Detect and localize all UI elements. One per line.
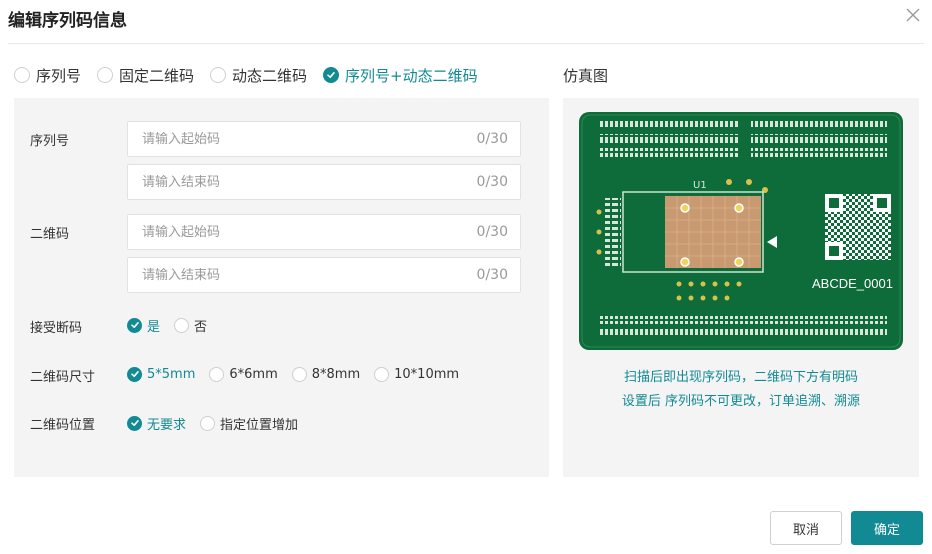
option-label: 8*8mm (311, 366, 361, 382)
mode-option-fixed-qr[interactable]: 固定二维码 (97, 65, 194, 86)
radio-icon[interactable] (174, 317, 190, 333)
qr-label: 二维码 (30, 227, 70, 242)
option-label: 否 (194, 319, 208, 335)
mode-option-label: 动态二维码 (232, 66, 308, 85)
preview-title: 仿真图 (563, 67, 609, 85)
mode-option-label: 固定二维码 (119, 66, 195, 85)
mode-option-label: 序列号+动态二维码 (345, 66, 478, 85)
radio-icon[interactable] (210, 67, 227, 83)
char-counter: 0/30 (476, 267, 508, 283)
qr-start-field[interactable]: 0/30 (127, 214, 521, 250)
option-label: 是 (147, 319, 161, 335)
option-label: 无要求 (147, 417, 187, 433)
cancel-button[interactable]: 取消 (770, 511, 842, 545)
option-label: 10*10mm (394, 366, 460, 382)
qr-size-radio-group: 5*5mm 6*6mm 8*8mm 10*10mm (127, 364, 473, 384)
option-label: 指定位置增加 (220, 417, 299, 433)
preview-note-line-1: 扫描后即出现序列码，二维码下方有明码 (623, 370, 858, 385)
form-panel: 序列号 0/30 0/30 二维码 0/30 0/30 接受断码 是 否 二维码… (14, 98, 549, 477)
pcb-preview-image: U1 ABCDE_0001 (579, 112, 903, 350)
qr-end-input[interactable] (142, 267, 442, 283)
mode-option-label: 序列号 (36, 66, 82, 85)
radio-icon[interactable] (14, 67, 30, 83)
mode-radio-group: 序列号 固定二维码 动态二维码 序列号+动态二维码 (14, 63, 494, 87)
qr-position-radio-group: 无要求 指定位置增加 (127, 413, 312, 433)
header-divider (8, 43, 924, 44)
serial-end-field[interactable]: 0/30 (127, 164, 521, 200)
accept-break-radio-group: 是 否 (127, 315, 221, 335)
char-counter: 0/30 (476, 131, 508, 147)
close-icon[interactable] (904, 6, 922, 24)
mode-option-dynamic-qr[interactable]: 动态二维码 (210, 65, 307, 86)
qr-size-10mm[interactable]: 10*10mm (374, 366, 460, 382)
radio-checked-icon[interactable] (127, 317, 142, 333)
preview-note-line-2: 设置后 序列码不可更改，订单追溯、溯源 (621, 394, 861, 409)
radio-icon[interactable] (97, 67, 114, 83)
qr-size-6mm[interactable]: 6*6mm (209, 366, 278, 382)
radio-checked-icon[interactable] (127, 415, 142, 431)
radio-icon[interactable] (374, 366, 390, 382)
qr-start-input[interactable] (142, 224, 442, 240)
radio-icon[interactable] (291, 366, 307, 382)
qr-position-any[interactable]: 无要求 (127, 414, 186, 433)
mode-option-serial[interactable]: 序列号 (14, 65, 81, 86)
char-counter: 0/30 (476, 224, 508, 240)
qr-size-5mm[interactable]: 5*5mm (127, 366, 196, 382)
mode-option-serial-dynamic-qr[interactable]: 序列号+动态二维码 (323, 65, 478, 86)
radio-checked-icon[interactable] (323, 67, 340, 83)
preview-panel: U1 ABCDE_0001 扫描后即出现序列码，二维码下方有明码 设置后 序列码… (563, 98, 919, 477)
qr-end-field[interactable]: 0/30 (127, 257, 521, 293)
radio-icon[interactable] (200, 415, 216, 431)
accept-break-label: 接受断码 (30, 321, 83, 336)
radio-checked-icon[interactable] (127, 366, 142, 382)
char-counter: 0/30 (476, 174, 508, 190)
radio-icon[interactable] (209, 366, 225, 382)
serial-label: 序列号 (30, 134, 70, 149)
accept-break-no[interactable]: 否 (174, 316, 207, 335)
board-serial-text: ABCDE_0001 (812, 276, 893, 291)
qr-size-8mm[interactable]: 8*8mm (291, 366, 361, 382)
serial-start-input[interactable] (142, 131, 442, 147)
accept-break-yes[interactable]: 是 (127, 316, 160, 335)
qr-position-specified[interactable]: 指定位置增加 (200, 414, 298, 433)
dialog-title: 编辑序列码信息 (8, 11, 127, 31)
option-label: 5*5mm (147, 366, 196, 382)
qr-size-label: 二维码尺寸 (30, 370, 96, 385)
option-label: 6*6mm (229, 366, 278, 382)
chip-label: U1 (693, 180, 707, 191)
serial-start-field[interactable]: 0/30 (127, 121, 521, 157)
confirm-button[interactable]: 确定 (851, 511, 923, 545)
qr-position-label: 二维码位置 (30, 418, 96, 433)
qr-code-image (823, 192, 893, 262)
serial-end-input[interactable] (142, 174, 442, 190)
